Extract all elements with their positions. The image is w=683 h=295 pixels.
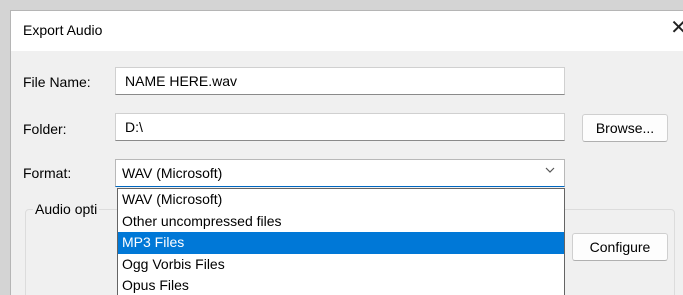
format-select[interactable]: WAV (Microsoft)	[115, 159, 565, 187]
folder-input[interactable]	[115, 113, 565, 141]
browse-button[interactable]: Browse...	[582, 114, 668, 142]
file-name-label: File Name:	[23, 74, 91, 90]
format-label: Format:	[23, 165, 72, 181]
title-bar: Export Audio ✕	[11, 11, 683, 51]
chevron-down-icon	[544, 164, 556, 179]
audio-options-label: Audio opti	[33, 201, 100, 217]
format-dropdown-list: WAV (Microsoft) Other uncompressed files…	[117, 188, 565, 295]
close-icon[interactable]: ✕	[670, 18, 683, 38]
file-name-input[interactable]	[115, 67, 565, 95]
format-option-ogg-vorbis[interactable]: Ogg Vorbis Files	[118, 254, 564, 276]
format-option-wav[interactable]: WAV (Microsoft)	[118, 189, 564, 211]
format-selected-value: WAV (Microsoft)	[122, 165, 223, 181]
format-option-uncompressed[interactable]: Other uncompressed files	[118, 211, 564, 233]
export-audio-dialog: Export Audio ✕ File Name: Folder: Browse…	[10, 10, 683, 295]
folder-label: Folder:	[23, 121, 67, 137]
format-option-mp3[interactable]: MP3 Files	[118, 232, 564, 254]
dialog-title: Export Audio	[23, 22, 103, 38]
format-option-opus[interactable]: Opus Files	[118, 275, 564, 295]
chevron-down-icon-svg	[545, 167, 555, 173]
configure-button[interactable]: Configure	[572, 233, 668, 261]
